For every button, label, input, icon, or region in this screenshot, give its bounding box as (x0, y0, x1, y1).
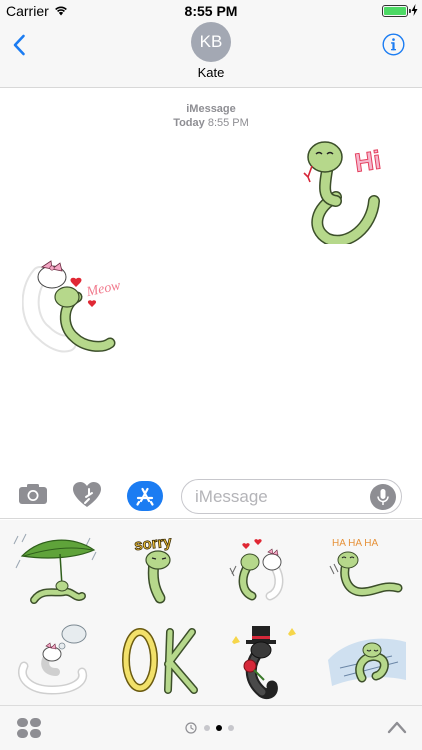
compose-bar (0, 467, 422, 519)
sticker-message-snake-meow[interactable]: Meow (22, 257, 134, 362)
chevron-up-icon[interactable] (387, 720, 407, 734)
sticker-snake-sorry[interactable]: sorry (116, 530, 206, 610)
app-drawer-bar (0, 705, 422, 750)
page-indicator[interactable] (185, 722, 237, 734)
page-dot[interactable] (228, 725, 234, 731)
sticker-snake-sleeping[interactable] (322, 620, 412, 700)
sticker-snake-sigh[interactable] (12, 620, 102, 700)
chevron-left-icon[interactable] (12, 34, 26, 56)
conversation-header: KB Kate (0, 22, 422, 88)
sticker-snake-ha-ha-ha[interactable]: HA HA HA (322, 530, 412, 610)
page-dot[interactable] (204, 725, 210, 731)
microphone-icon (377, 489, 389, 505)
recents-clock-icon[interactable] (185, 722, 197, 734)
status-time: 8:55 PM (184, 3, 238, 19)
sticker-snake-ok[interactable] (116, 620, 206, 700)
status-bar: Carrier 8:55 PM (0, 0, 422, 22)
conversation-timestamp: iMessage Today 8:55 PM (0, 102, 422, 130)
app-store-button[interactable] (127, 481, 163, 511)
message-input[interactable] (195, 486, 365, 508)
message-list[interactable]: iMessage Today 8:55 PM Hi Meow (0, 89, 422, 467)
page-dot[interactable] (216, 725, 222, 731)
digital-touch-icon[interactable] (72, 481, 102, 509)
dictation-button[interactable] (370, 484, 396, 510)
app-store-icon (136, 487, 154, 506)
sticker-hahaha-label: HA HA HA (332, 538, 378, 549)
contact-avatar[interactable]: KB (191, 22, 231, 62)
battery-icon (382, 5, 411, 17)
message-field[interactable] (181, 479, 402, 514)
info-circle-icon[interactable] (382, 33, 405, 56)
sticker-snake-leaf-rain[interactable] (12, 530, 102, 610)
service-label: iMessage (186, 103, 236, 115)
sticker-snake-top-hat-rose[interactable] (218, 620, 308, 700)
time-label: 8:55 PM (207, 117, 249, 129)
charging-bolt-icon (411, 4, 418, 16)
battery-level-fill (384, 7, 406, 15)
contact-name[interactable]: Kate (0, 65, 422, 80)
camera-icon[interactable] (18, 483, 48, 505)
sticker-hi-text: Hi (353, 145, 383, 178)
sticker-snake-love-couple[interactable] (218, 530, 308, 610)
day-label: Today (173, 117, 205, 129)
apps-grid-icon[interactable] (16, 717, 42, 739)
sticker-message-snake-hi[interactable]: Hi (300, 139, 395, 244)
sticker-drawer: sorry HA HA HA (0, 520, 422, 705)
sticker-meow-text: Meow (84, 278, 122, 300)
